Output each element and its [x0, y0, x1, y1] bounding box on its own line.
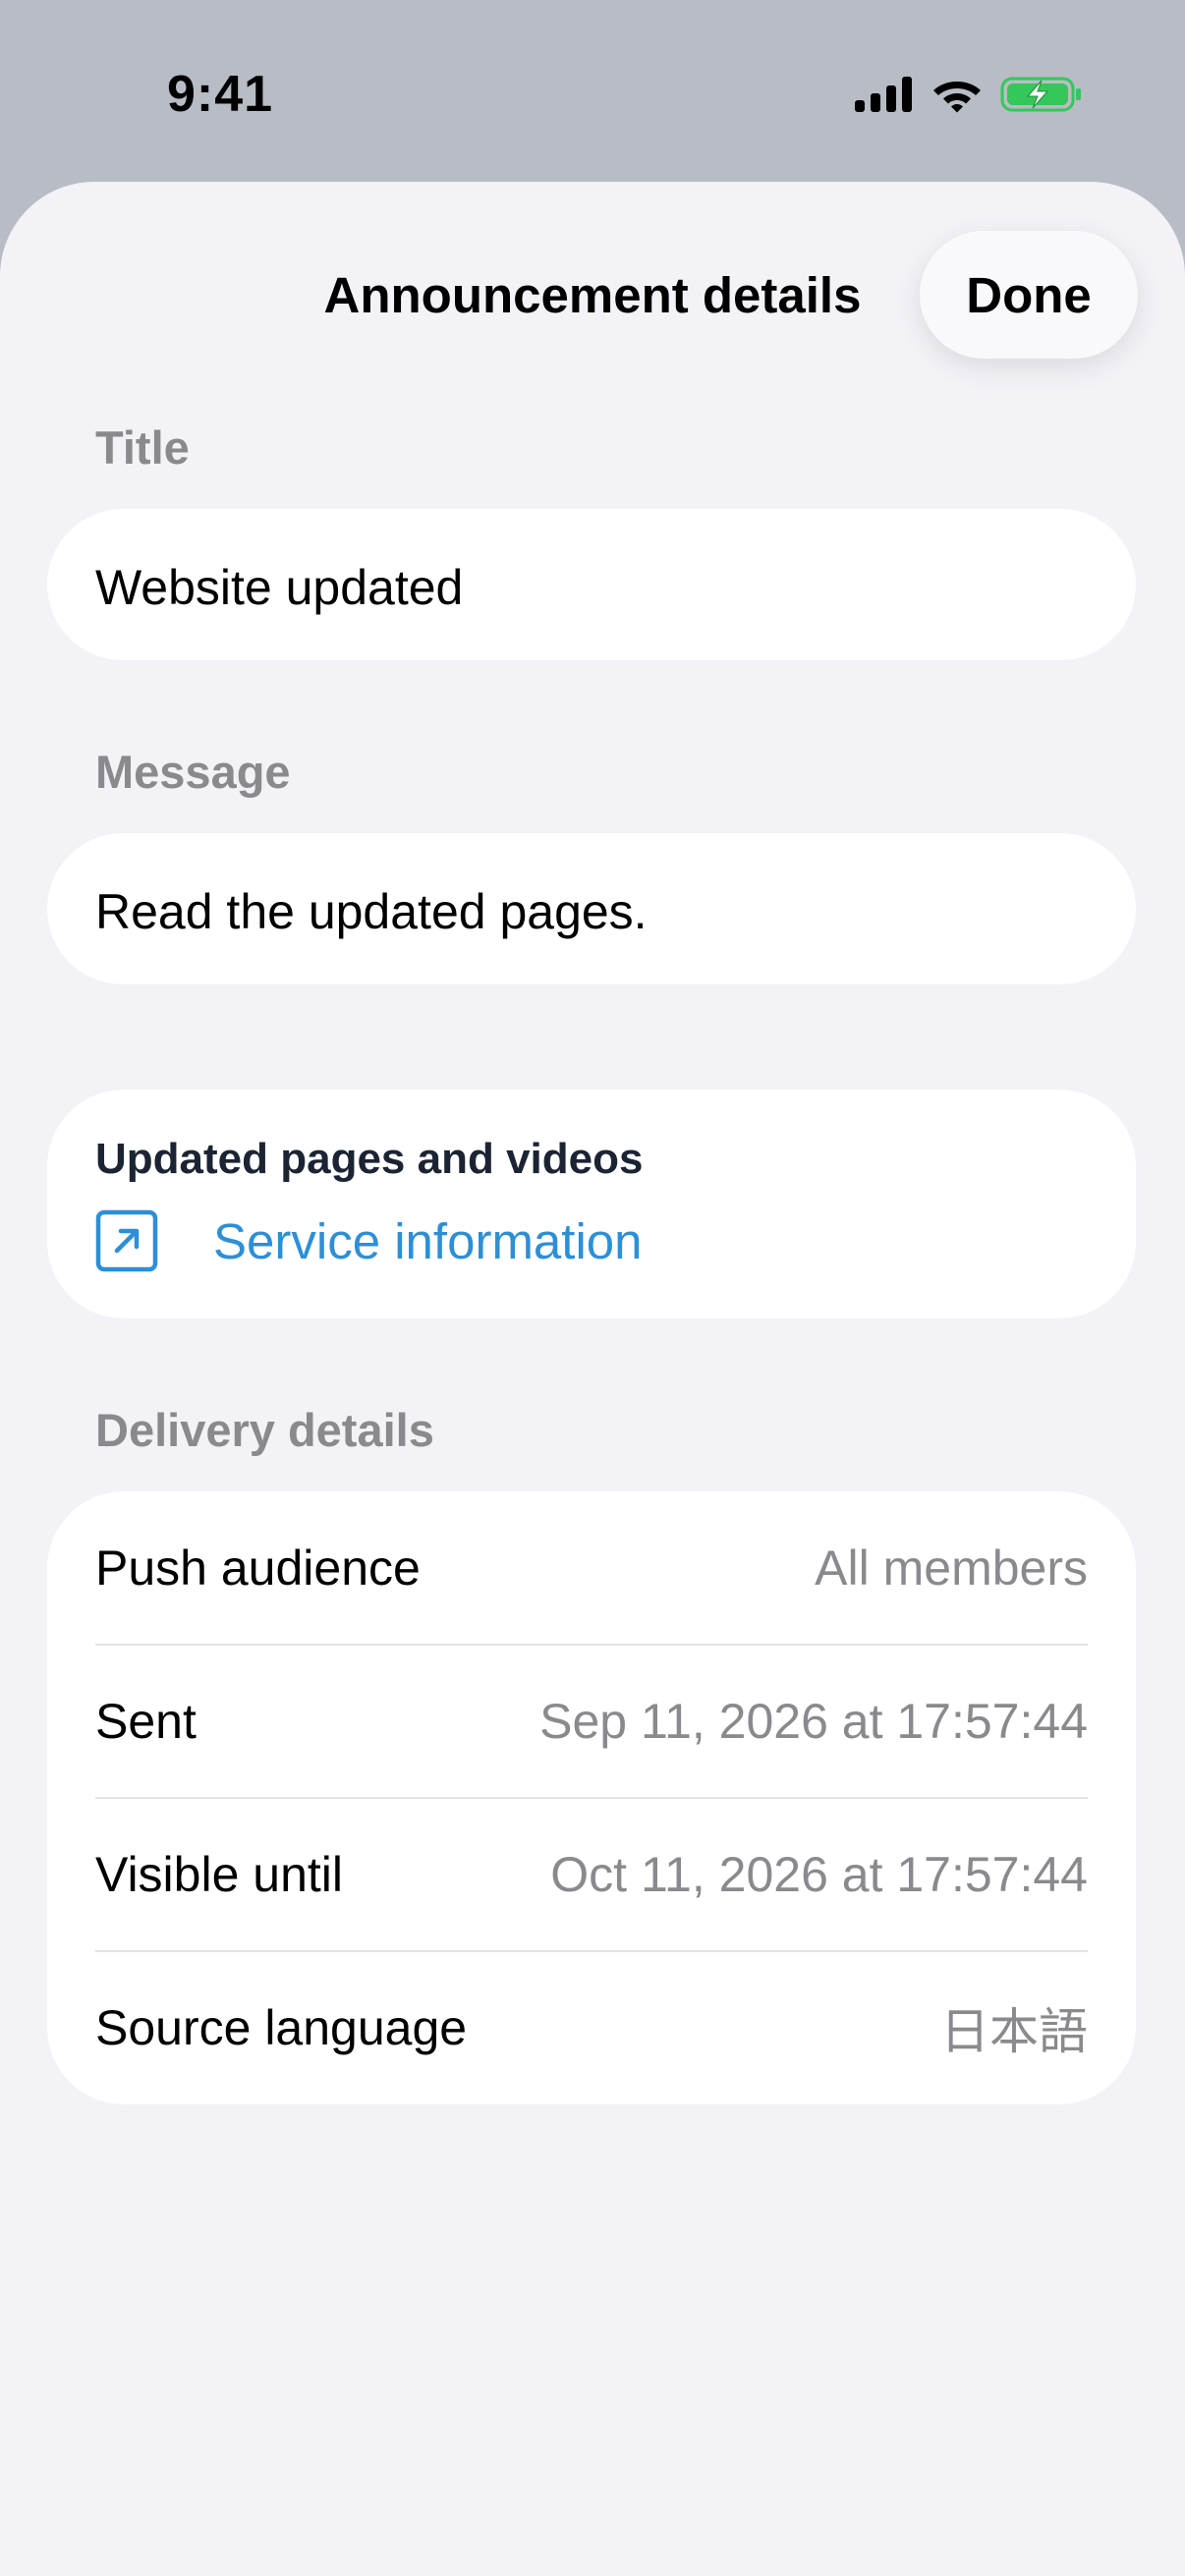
delivery-details-card: Push audience All members Sent Sep 11, 2…	[47, 1491, 1136, 2104]
message-section-label: Message	[95, 746, 291, 798]
status-bar: 9:41	[0, 0, 1185, 182]
status-time: 9:41	[167, 66, 274, 123]
wifi-icon	[931, 76, 983, 113]
detail-row-sent: Sent Sep 11, 2026 at 17:57:44	[95, 1645, 1088, 1798]
battery-charging-icon	[1000, 75, 1083, 114]
detail-key: Push audience	[95, 1540, 421, 1596]
detail-key: Sent	[95, 1694, 197, 1749]
detail-row-push-audience: Push audience All members	[95, 1491, 1088, 1645]
service-information-link[interactable]: Service information	[95, 1209, 643, 1272]
cellular-signal-icon	[855, 77, 914, 112]
detail-value: Sep 11, 2026 at 17:57:44	[539, 1694, 1088, 1749]
detail-row-source-language: Source language 日本語	[95, 1951, 1088, 2104]
detail-value: Oct 11, 2026 at 17:57:44	[550, 1847, 1088, 1902]
title-field-card: Website updated	[47, 509, 1136, 660]
announcement-sheet: Announcement details Done Title Website …	[0, 182, 1185, 2576]
detail-row-visible-until: Visible until Oct 11, 2026 at 17:57:44	[95, 1798, 1088, 1951]
status-icons	[855, 75, 1083, 114]
message-field-value: Read the updated pages.	[95, 884, 648, 939]
detail-value: All members	[815, 1540, 1088, 1596]
message-field-card: Read the updated pages.	[47, 833, 1136, 984]
title-field-value: Website updated	[95, 560, 464, 615]
updated-pages-heading: Updated pages and videos	[95, 1135, 644, 1183]
done-button[interactable]: Done	[920, 231, 1138, 359]
service-information-label: Service information	[213, 1212, 643, 1269]
detail-key: Visible until	[95, 1847, 344, 1902]
title-section-label: Title	[95, 421, 190, 474]
detail-value: 日本語	[940, 2004, 1088, 2059]
detail-key: Source language	[95, 2000, 468, 2055]
external-link-icon	[95, 1209, 158, 1272]
delivery-section-label: Delivery details	[95, 1404, 434, 1456]
updated-pages-card: Updated pages and videos Service informa…	[47, 1090, 1136, 1318]
